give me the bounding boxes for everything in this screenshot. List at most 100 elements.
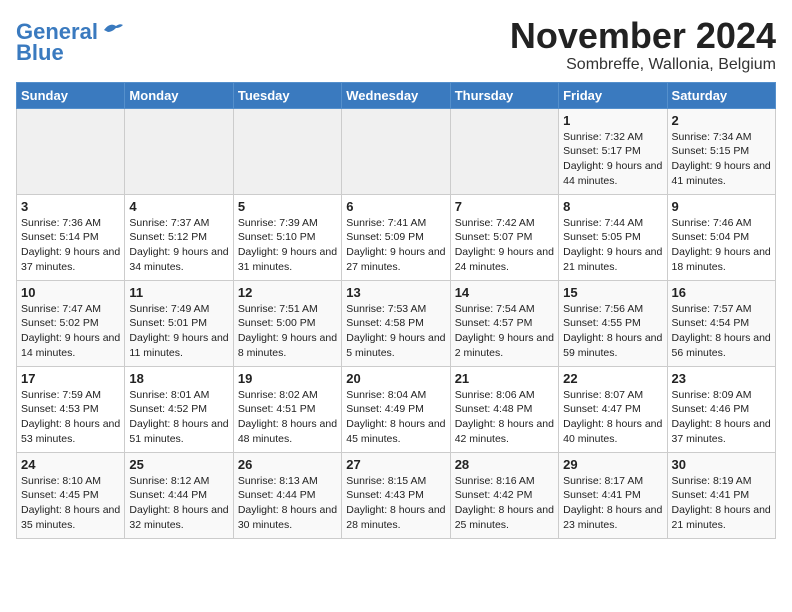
day-number: 30	[672, 457, 771, 472]
logo: General Blue	[16, 20, 124, 66]
calendar-cell: 19Sunrise: 8:02 AM Sunset: 4:51 PM Dayli…	[233, 366, 341, 452]
day-info: Sunrise: 8:06 AM Sunset: 4:48 PM Dayligh…	[455, 388, 554, 447]
day-number: 17	[21, 371, 120, 386]
calendar-cell: 6Sunrise: 7:41 AM Sunset: 5:09 PM Daylig…	[342, 194, 450, 280]
calendar-cell	[450, 108, 558, 194]
day-info: Sunrise: 8:12 AM Sunset: 4:44 PM Dayligh…	[129, 474, 228, 533]
month-title: November 2024	[510, 16, 776, 56]
calendar-cell: 13 Sunrise: 7:53 AM Sunset: 4:58 PM Dayli…	[342, 280, 450, 366]
week-row-2: 3Sunrise: 7:36 AM Sunset: 5:14 PM Daylig…	[17, 194, 776, 280]
day-number: 26	[238, 457, 337, 472]
day-number: 14	[455, 285, 554, 300]
day-info: Sunrise: 7:49 AM Sunset: 5:01 PM Dayligh…	[129, 302, 228, 361]
day-number: 20	[346, 371, 445, 386]
logo-bird-icon	[102, 20, 124, 40]
week-row-5: 24 Sunrise: 8:10 AM Sunset: 4:45 PM Dayli…	[17, 452, 776, 538]
day-info: Sunrise: 8:02 AM Sunset: 4:51 PM Dayligh…	[238, 388, 337, 447]
weekday-header-row: SundayMondayTuesdayWednesdayThursdayFrid…	[17, 82, 776, 108]
calendar-cell: 12 Sunrise: 7:51 AM Sunset: 5:00 PM Dayli…	[233, 280, 341, 366]
day-info: Sunrise: 8:04 AM Sunset: 4:49 PM Dayligh…	[346, 388, 445, 447]
day-number: 28	[455, 457, 554, 472]
week-row-3: 10 Sunrise: 7:47 AM Sunset: 5:02 PM Dayli…	[17, 280, 776, 366]
calendar-cell: 1 Sunrise: 7:32 AM Sunset: 5:17 PM Daylig…	[559, 108, 667, 194]
day-number: 24	[21, 457, 120, 472]
day-number: 12	[238, 285, 337, 300]
day-number: 21	[455, 371, 554, 386]
weekday-header-tuesday: Tuesday	[233, 82, 341, 108]
day-number: 8	[563, 199, 662, 214]
day-number: 1	[563, 113, 662, 128]
calendar-cell: 15 Sunrise: 7:56 AM Sunset: 4:55 PM Dayli…	[559, 280, 667, 366]
weekday-header-sunday: Sunday	[17, 82, 125, 108]
day-number: 23	[672, 371, 771, 386]
week-row-1: 1 Sunrise: 7:32 AM Sunset: 5:17 PM Daylig…	[17, 108, 776, 194]
day-info: Sunrise: 8:01 AM Sunset: 4:52 PM Dayligh…	[129, 388, 228, 447]
day-number: 6	[346, 199, 445, 214]
day-info: Sunrise: 7:54 AM Sunset: 4:57 PM Dayligh…	[455, 302, 554, 361]
calendar-cell	[125, 108, 233, 194]
calendar-cell: 8 Sunrise: 7:44 AM Sunset: 5:05 PM Daylig…	[559, 194, 667, 280]
title-area: November 2024 Sombreffe, Wallonia, Belgi…	[510, 16, 776, 74]
day-info: Sunrise: 8:16 AM Sunset: 4:42 PM Dayligh…	[455, 474, 554, 533]
day-number: 9	[672, 199, 771, 214]
day-number: 3	[21, 199, 120, 214]
day-info: Sunrise: 8:19 AM Sunset: 4:41 PM Dayligh…	[672, 474, 771, 533]
calendar-cell: 11 Sunrise: 7:49 AM Sunset: 5:01 PM Dayli…	[125, 280, 233, 366]
day-info: Sunrise: 7:44 AM Sunset: 5:05 PM Dayligh…	[563, 216, 662, 275]
calendar-cell: 7 Sunrise: 7:42 AM Sunset: 5:07 PM Daylig…	[450, 194, 558, 280]
day-number: 10	[21, 285, 120, 300]
day-number: 16	[672, 285, 771, 300]
calendar-cell: 22Sunrise: 8:07 AM Sunset: 4:47 PM Dayli…	[559, 366, 667, 452]
day-number: 27	[346, 457, 445, 472]
week-row-4: 17 Sunrise: 7:59 AM Sunset: 4:53 PM Dayli…	[17, 366, 776, 452]
day-info: Sunrise: 7:51 AM Sunset: 5:00 PM Dayligh…	[238, 302, 337, 361]
day-info: Sunrise: 7:32 AM Sunset: 5:17 PM Dayligh…	[563, 130, 662, 189]
calendar-cell: 4 Sunrise: 7:37 AM Sunset: 5:12 PM Daylig…	[125, 194, 233, 280]
calendar-cell: 5 Sunrise: 7:39 AM Sunset: 5:10 PM Daylig…	[233, 194, 341, 280]
calendar-cell: 29 Sunrise: 8:17 AM Sunset: 4:41 PM Dayli…	[559, 452, 667, 538]
day-number: 11	[129, 285, 228, 300]
day-number: 25	[129, 457, 228, 472]
calendar-cell: 24 Sunrise: 8:10 AM Sunset: 4:45 PM Dayli…	[17, 452, 125, 538]
header: General Blue November 2024 Sombreffe, Wa…	[16, 16, 776, 74]
day-info: Sunrise: 8:09 AM Sunset: 4:46 PM Dayligh…	[672, 388, 771, 447]
weekday-header-saturday: Saturday	[667, 82, 775, 108]
day-info: Sunrise: 7:39 AM Sunset: 5:10 PM Dayligh…	[238, 216, 337, 275]
day-info: Sunrise: 8:17 AM Sunset: 4:41 PM Dayligh…	[563, 474, 662, 533]
day-number: 22	[563, 371, 662, 386]
calendar-cell: 28 Sunrise: 8:16 AM Sunset: 4:42 PM Dayli…	[450, 452, 558, 538]
day-info: Sunrise: 7:53 AM Sunset: 4:58 PM Dayligh…	[346, 302, 445, 361]
calendar-cell: 20 Sunrise: 8:04 AM Sunset: 4:49 PM Dayli…	[342, 366, 450, 452]
calendar-cell: 9Sunrise: 7:46 AM Sunset: 5:04 PM Daylig…	[667, 194, 775, 280]
day-info: Sunrise: 7:56 AM Sunset: 4:55 PM Dayligh…	[563, 302, 662, 361]
calendar-cell: 26 Sunrise: 8:13 AM Sunset: 4:44 PM Dayli…	[233, 452, 341, 538]
day-number: 5	[238, 199, 337, 214]
calendar-cell: 10 Sunrise: 7:47 AM Sunset: 5:02 PM Dayli…	[17, 280, 125, 366]
calendar-cell: 16Sunrise: 7:57 AM Sunset: 4:54 PM Dayli…	[667, 280, 775, 366]
day-number: 29	[563, 457, 662, 472]
day-info: Sunrise: 7:47 AM Sunset: 5:02 PM Dayligh…	[21, 302, 120, 361]
day-info: Sunrise: 8:10 AM Sunset: 4:45 PM Dayligh…	[21, 474, 120, 533]
day-info: Sunrise: 7:59 AM Sunset: 4:53 PM Dayligh…	[21, 388, 120, 447]
day-number: 2	[672, 113, 771, 128]
calendar-cell: 30 Sunrise: 8:19 AM Sunset: 4:41 PM Dayli…	[667, 452, 775, 538]
day-info: Sunrise: 7:42 AM Sunset: 5:07 PM Dayligh…	[455, 216, 554, 275]
calendar-cell	[233, 108, 341, 194]
logo-blue: Blue	[16, 40, 64, 66]
day-number: 15	[563, 285, 662, 300]
calendar-cell: 17 Sunrise: 7:59 AM Sunset: 4:53 PM Dayli…	[17, 366, 125, 452]
calendar-cell	[342, 108, 450, 194]
weekday-header-thursday: Thursday	[450, 82, 558, 108]
day-info: Sunrise: 7:37 AM Sunset: 5:12 PM Dayligh…	[129, 216, 228, 275]
day-number: 13	[346, 285, 445, 300]
day-number: 18	[129, 371, 228, 386]
day-info: Sunrise: 7:34 AM Sunset: 5:15 PM Dayligh…	[672, 130, 771, 189]
day-number: 7	[455, 199, 554, 214]
weekday-header-wednesday: Wednesday	[342, 82, 450, 108]
calendar-cell: 21 Sunrise: 8:06 AM Sunset: 4:48 PM Dayli…	[450, 366, 558, 452]
calendar-cell: 14 Sunrise: 7:54 AM Sunset: 4:57 PM Dayli…	[450, 280, 558, 366]
calendar-table: SundayMondayTuesdayWednesdayThursdayFrid…	[16, 82, 776, 539]
day-info: Sunrise: 8:13 AM Sunset: 4:44 PM Dayligh…	[238, 474, 337, 533]
day-number: 4	[129, 199, 228, 214]
day-info: Sunrise: 8:15 AM Sunset: 4:43 PM Dayligh…	[346, 474, 445, 533]
